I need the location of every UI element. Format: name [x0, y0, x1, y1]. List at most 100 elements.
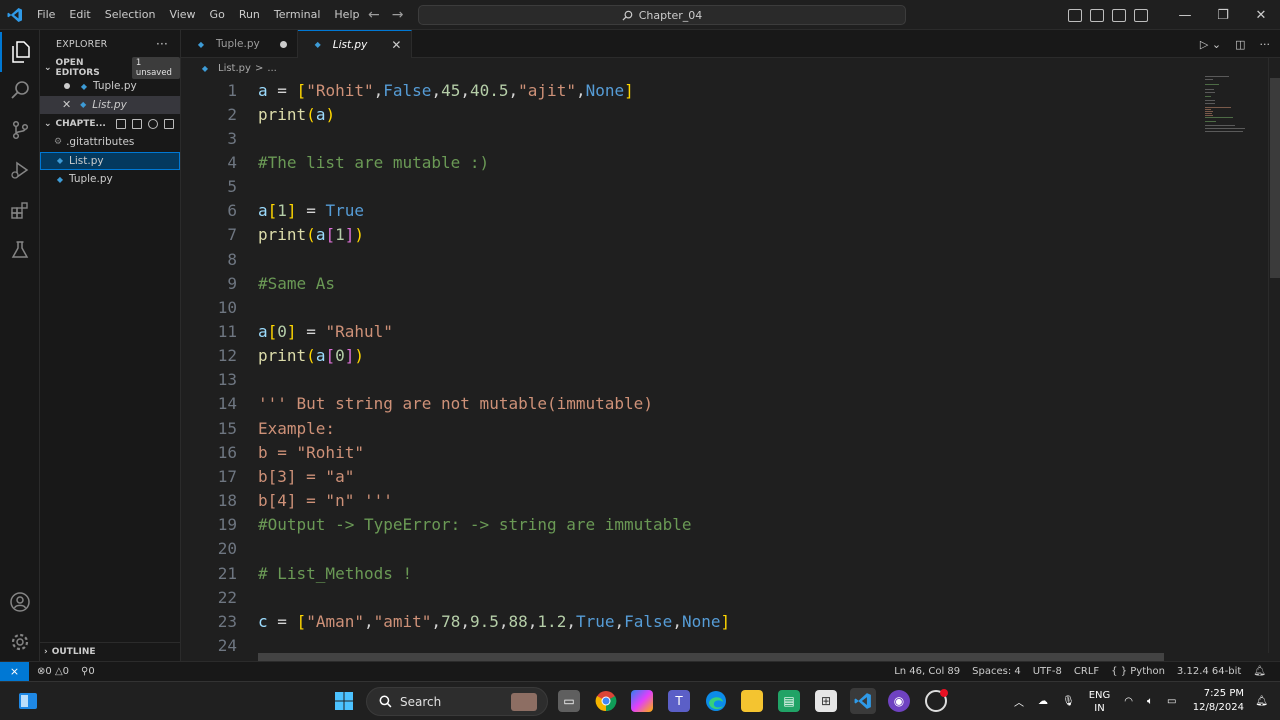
toggle-panel-icon[interactable] — [1090, 8, 1104, 22]
language-mode[interactable]: { } Python — [1111, 666, 1165, 677]
explorer-icon[interactable] — [0, 32, 40, 72]
volume-icon[interactable]: 🔈︎ — [1147, 696, 1153, 707]
menu-help[interactable]: Help — [327, 0, 366, 30]
collapse-all-icon[interactable] — [163, 118, 174, 129]
ports-indicator[interactable]: ⚲0 — [81, 666, 95, 677]
run-and-debug-icon[interactable] — [0, 150, 40, 190]
github-desktop-icon[interactable]: ◉ — [888, 690, 910, 712]
more-actions-icon[interactable]: ··· — [156, 37, 168, 51]
code-line[interactable]: 23 c = ["Aman","amit",78,9.5,88,1.2,True,… — [181, 609, 1181, 633]
vscode-taskbar-icon[interactable] — [850, 688, 876, 714]
code-line[interactable]: 13 — [181, 368, 1181, 392]
close-window-icon[interactable]: ✕ — [1242, 8, 1280, 23]
tab-tuple-py[interactable]: ◆ Tuple.py — [181, 30, 298, 58]
close-editor-icon[interactable]: ✕ — [62, 98, 71, 111]
code-line[interactable]: 20 — [181, 537, 1181, 561]
code-line[interactable]: 12 print(a[0]) — [181, 344, 1181, 368]
folder-section[interactable]: ⌄ CHAPTE... — [40, 114, 180, 133]
more-actions-icon[interactable]: ··· — [1260, 38, 1271, 51]
code-line[interactable]: 18 b[4] = "n" ''' — [181, 489, 1181, 513]
chatgpt-icon[interactable] — [925, 689, 948, 712]
battery-icon[interactable]: ▭ — [1167, 696, 1176, 707]
onedrive-cloud-icon[interactable]: ☁ — [1038, 696, 1048, 707]
code-line[interactable]: 11 a[0] = "Rahul" — [181, 320, 1181, 344]
code-line[interactable]: 8 — [181, 247, 1181, 271]
code-line[interactable]: 1a = ["Rohit",False,45,40.5,"ajit",None] — [181, 78, 1181, 102]
menu-view[interactable]: View — [162, 0, 202, 30]
open-editor-tuple[interactable]: ◆ Tuple.py — [40, 77, 180, 96]
code-line[interactable]: 16 b = "Rohit" — [181, 440, 1181, 464]
code-line[interactable]: 7 print(a[1]) — [181, 223, 1181, 247]
refresh-icon[interactable] — [147, 118, 158, 129]
unsaved-dot-icon[interactable] — [279, 40, 287, 48]
toggle-primary-sidebar-icon[interactable] — [1068, 8, 1082, 22]
new-folder-icon[interactable] — [131, 118, 142, 129]
outline-section[interactable]: › OUTLINE — [40, 642, 181, 661]
code-line[interactable]: 21 # List_Methods ! — [181, 561, 1181, 585]
accounts-icon[interactable] — [0, 582, 40, 622]
notification-center-icon[interactable]: 🔔︎ — [1255, 682, 1268, 720]
horizontal-scrollbar[interactable] — [258, 653, 1164, 661]
code-line[interactable]: 17 b[3] = "a" — [181, 464, 1181, 488]
copilot-icon[interactable] — [631, 690, 653, 712]
code-line[interactable]: 2 print(a) — [181, 102, 1181, 126]
wifi-icon[interactable]: ◠ — [1124, 696, 1133, 707]
new-file-icon[interactable] — [115, 118, 126, 129]
code-line[interactable]: 6 a[1] = True — [181, 199, 1181, 223]
code-line[interactable]: 22 — [181, 585, 1181, 609]
chrome-icon[interactable] — [595, 690, 617, 712]
code-line[interactable]: 4 #The list are mutable :) — [181, 150, 1181, 174]
run-python-icon[interactable]: ▷ ⌄ — [1200, 38, 1221, 51]
open-editors-section[interactable]: ⌄ OPEN EDITORS 1 unsaved — [40, 56, 180, 79]
task-view-icon[interactable]: ▭ — [558, 690, 580, 712]
toggle-secondary-sidebar-icon[interactable] — [1112, 8, 1126, 22]
open-editor-list[interactable]: ✕ ◆ List.py — [40, 95, 180, 114]
file-gitattributes[interactable]: ⚙ .gitattributes — [40, 133, 180, 152]
end-of-line[interactable]: CRLF — [1074, 666, 1099, 677]
encoding[interactable]: UTF-8 — [1033, 666, 1062, 677]
file-tuple-py[interactable]: ◆ Tuple.py — [40, 170, 180, 189]
desktop-widget-icon[interactable] — [16, 690, 40, 712]
menu-run[interactable]: Run — [232, 0, 267, 30]
store-icon[interactable]: ⊞ — [815, 690, 837, 712]
indentation[interactable]: Spaces: 4 — [972, 666, 1021, 677]
code-line[interactable]: 15 Example: — [181, 416, 1181, 440]
customize-layout-icon[interactable] — [1134, 8, 1148, 22]
notifications-bell-icon[interactable]: 🔔︎ — [1253, 666, 1266, 677]
menu-edit[interactable]: Edit — [62, 0, 97, 30]
breadcrumb-rest[interactable]: ... — [267, 63, 277, 74]
back-arrow-icon[interactable]: ← — [368, 7, 380, 23]
scrollbar-thumb[interactable] — [1270, 78, 1280, 278]
menu-go[interactable]: Go — [203, 0, 232, 30]
sheets-app-icon[interactable]: ▤ — [778, 690, 800, 712]
close-tab-icon[interactable]: ✕ — [391, 38, 401, 52]
minimize-icon[interactable]: — — [1166, 8, 1204, 23]
code-line[interactable]: 24 — [181, 633, 1181, 653]
problems-indicator[interactable]: ⊗0 △0 — [37, 666, 69, 677]
tab-list-py[interactable]: ◆ List.py ✕ — [297, 30, 413, 58]
testing-icon[interactable] — [0, 230, 40, 270]
code-line[interactable]: 9 #Same As — [181, 271, 1181, 295]
clock[interactable]: 7:25 PM 12/8/2024 — [1193, 687, 1244, 715]
show-hidden-icons-icon[interactable]: ︿ — [1014, 694, 1024, 709]
python-interpreter[interactable]: 3.12.4 64-bit — [1177, 666, 1241, 677]
cursor-position[interactable]: Ln 46, Col 89 — [894, 666, 960, 677]
manage-gear-icon[interactable] — [0, 622, 40, 662]
menu-selection[interactable]: Selection — [98, 0, 163, 30]
remote-indicator-icon[interactable]: ⨯ — [0, 661, 29, 682]
file-list-py[interactable]: ◆ List.py — [40, 151, 180, 170]
taskbar-search[interactable]: Search — [366, 687, 548, 716]
code-line[interactable]: 10 — [181, 295, 1181, 319]
file-explorer-icon[interactable] — [741, 690, 763, 712]
code-line[interactable]: 14 ''' But string are not mutable(immutab… — [181, 392, 1181, 416]
restore-icon[interactable]: ❐ — [1204, 8, 1242, 23]
menu-terminal[interactable]: Terminal — [267, 0, 328, 30]
language-indicator[interactable]: ENG IN — [1089, 689, 1111, 715]
split-editor-icon[interactable]: ◫ — [1235, 38, 1245, 51]
source-control-icon[interactable] — [0, 110, 40, 150]
code-editor[interactable]: 1a = ["Rohit",False,45,40.5,"ajit",None]… — [181, 78, 1201, 653]
menu-file[interactable]: File — [30, 0, 62, 30]
command-center[interactable]: Chapter_04 — [418, 5, 906, 25]
breadcrumb-file[interactable]: List.py — [218, 63, 251, 74]
forward-arrow-icon[interactable]: → — [392, 7, 404, 23]
